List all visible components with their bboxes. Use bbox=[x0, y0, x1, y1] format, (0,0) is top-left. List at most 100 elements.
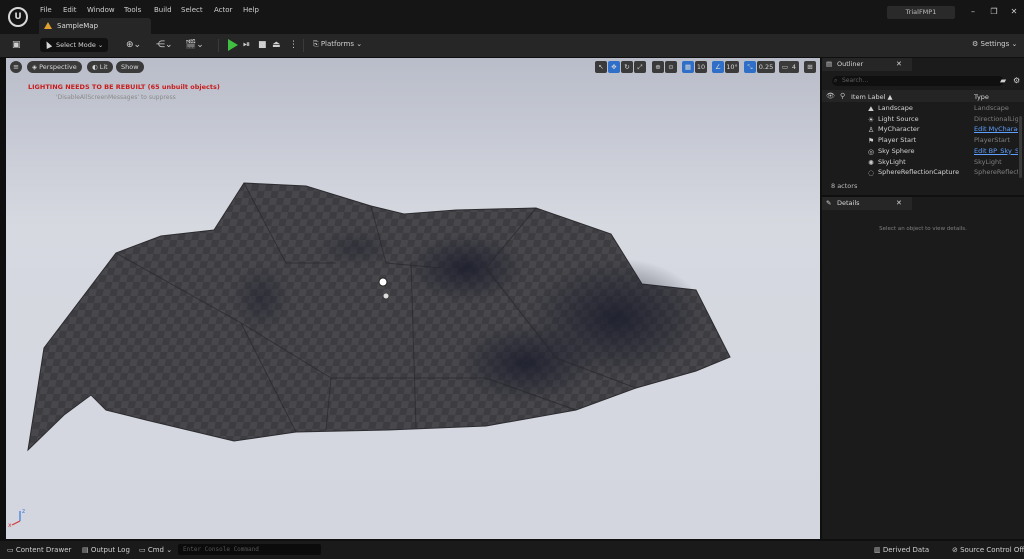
filter-settings-icon[interactable]: ⚙ bbox=[1013, 76, 1020, 85]
level-viewport[interactable]: z x ≡ ◈ Perspective ◐ Lit Show LIGHTING … bbox=[6, 58, 820, 539]
edit-blueprint-link[interactable]: Edit MyCharac bbox=[974, 125, 1018, 133]
content-drawer-button[interactable]: ▭ Content Drawer bbox=[7, 546, 71, 554]
save-icon[interactable]: ▣ bbox=[12, 40, 21, 50]
outliner-tab-icon: ▤ bbox=[826, 60, 833, 68]
translate-tool-icon[interactable]: ✥ bbox=[608, 61, 620, 73]
toolbar-divider bbox=[303, 39, 304, 52]
menu-tools[interactable]: Tools bbox=[124, 6, 141, 14]
outliner-row[interactable]: ◎ Sky Sphere Edit BP_Sky_S bbox=[822, 147, 1018, 158]
cinematics-icon[interactable]: 🎬⌄ bbox=[185, 40, 204, 50]
type-column[interactable]: Type bbox=[974, 93, 989, 101]
sky-sphere-icon: ◎ bbox=[867, 147, 875, 156]
outliner-row[interactable]: ♙ MyCharacter Edit MyCharac bbox=[822, 125, 1018, 136]
outliner-row[interactable]: ✺ SkyLight SkyLight bbox=[822, 158, 1018, 169]
more-options-icon[interactable]: ⋮ bbox=[289, 40, 298, 50]
outliner-row[interactable]: ◌ SphereReflectionCapture SphereReflecti bbox=[822, 168, 1018, 179]
surface-snap-icon[interactable]: ⊙ bbox=[665, 61, 677, 73]
select-mode-dropdown[interactable]: Select Mode ⌄ bbox=[40, 38, 108, 52]
settings-button[interactable]: ⚙ Settings ⌄ bbox=[972, 40, 1017, 48]
restore-icon[interactable]: ❐ bbox=[988, 7, 1000, 17]
lit-button[interactable]: ◐ Lit bbox=[87, 61, 113, 73]
blueprint-icon[interactable]: ⋲⌄ bbox=[156, 40, 173, 50]
row-label: SphereReflectionCapture bbox=[878, 168, 960, 177]
grid-snap-icon[interactable]: ▦ bbox=[682, 61, 694, 73]
rotate-tool-icon[interactable]: ↻ bbox=[621, 61, 633, 73]
row-label: Sky Sphere bbox=[878, 146, 915, 155]
viewport-scene[interactable]: z x bbox=[6, 58, 820, 539]
advance-frame-icon[interactable]: ⏯ bbox=[243, 40, 250, 50]
grid-snap-value[interactable]: 10 bbox=[695, 61, 707, 73]
camera-speed-value[interactable]: 4 bbox=[789, 61, 799, 73]
perspective-button[interactable]: ◈ Perspective bbox=[27, 61, 82, 73]
visibility-column-icon[interactable]: 👁 bbox=[826, 92, 835, 100]
derived-data-button[interactable]: ▥ Derived Data bbox=[874, 546, 929, 554]
row-label: MyCharacter bbox=[878, 125, 920, 134]
status-bar: ▭ Content Drawer ▤ Output Log ▭ Cmd ⌄ En… bbox=[0, 541, 1024, 559]
rotation-snap-value[interactable]: 10° bbox=[725, 61, 739, 73]
lighting-warning: LIGHTING NEEDS TO BE REBUILT (65 unbuilt… bbox=[28, 83, 220, 91]
menu-help[interactable]: Help bbox=[243, 6, 259, 14]
details-close-icon[interactable]: ✕ bbox=[896, 199, 902, 207]
cmd-label: Cmd bbox=[147, 546, 164, 554]
show-button[interactable]: Show bbox=[116, 61, 144, 73]
outliner-row[interactable]: ☀ Light Source DirectionalLigh bbox=[822, 115, 1018, 126]
search-placeholder: Search... bbox=[842, 77, 869, 84]
menu-actor[interactable]: Actor bbox=[214, 6, 232, 14]
console-placeholder: Enter Console Command bbox=[183, 546, 259, 553]
minimize-icon[interactable]: – bbox=[967, 7, 979, 17]
add-folder-icon[interactable]: ▰ bbox=[1000, 76, 1006, 85]
landscape-icon: ⛰ bbox=[868, 105, 874, 113]
svg-text:z: z bbox=[22, 508, 25, 515]
output-log-label: Output Log bbox=[90, 546, 130, 554]
source-control-label: Source Control Off bbox=[960, 546, 1024, 554]
add-actor-icon[interactable]: ⊕⌄ bbox=[126, 40, 141, 50]
outliner-close-icon[interactable]: ✕ bbox=[896, 60, 902, 68]
output-log-button[interactable]: ▤ Output Log bbox=[82, 546, 130, 554]
project-name: TrialFMP1 bbox=[887, 6, 955, 19]
outliner-row[interactable]: ⛰ Landscape Landscape bbox=[822, 104, 1018, 115]
row-type: PlayerStart bbox=[974, 136, 1011, 145]
level-tab[interactable]: SampleMap bbox=[39, 18, 151, 34]
details-empty-message: Select an object to view details. bbox=[879, 226, 967, 232]
menu-window[interactable]: Window bbox=[87, 6, 115, 14]
play-icon[interactable] bbox=[228, 39, 238, 51]
scale-snap-icon[interactable]: ⤡ bbox=[744, 61, 756, 73]
row-label: Player Start bbox=[878, 136, 917, 145]
cursor-icon bbox=[43, 40, 53, 49]
maximize-viewport-icon[interactable]: ⊞ bbox=[804, 61, 816, 73]
eject-icon[interactable]: ⏏ bbox=[272, 40, 281, 50]
world-local-icon[interactable]: ⊕ bbox=[652, 61, 664, 73]
character-icon: ♙ bbox=[867, 126, 875, 135]
console-command-input[interactable]: Enter Console Command bbox=[178, 544, 321, 555]
select-tool-icon[interactable]: ↖ bbox=[595, 61, 607, 73]
main-toolbar: ▣ Select Mode ⌄ ⊕⌄ ⋲⌄ 🎬⌄ ⏯ ■ ⏏ ⋮ ⎘ Platf… bbox=[0, 34, 1024, 57]
pin-column-icon[interactable]: ⚲ bbox=[840, 92, 845, 100]
outliner-search-input[interactable]: ⌕ Search... bbox=[832, 76, 1004, 86]
cmd-dropdown[interactable]: ▭ Cmd ⌄ bbox=[139, 546, 172, 554]
directional-light-icon: ☀ bbox=[867, 115, 875, 124]
item-label-column[interactable]: Item Label ▲ bbox=[851, 93, 892, 101]
outliner-scrollbar[interactable] bbox=[1019, 116, 1022, 178]
show-label: Show bbox=[121, 63, 139, 71]
outliner-column-header: 👁 ⚲ Item Label ▲ Type bbox=[822, 90, 1024, 102]
menu-edit[interactable]: Edit bbox=[63, 6, 77, 14]
scale-tool-icon[interactable]: ⤢ bbox=[634, 61, 646, 73]
player-start-icon: ⚑ bbox=[867, 137, 875, 146]
scale-snap-value[interactable]: 0.25 bbox=[757, 61, 775, 73]
unreal-logo-icon[interactable]: U bbox=[8, 7, 28, 27]
details-panel: ✎ Details ✕ Select an object to view det… bbox=[822, 197, 1024, 539]
suppress-message: 'DisableAllScreenMessages' to suppress bbox=[56, 94, 176, 101]
menu-file[interactable]: File bbox=[40, 6, 52, 14]
outliner-row[interactable]: ⚑ Player Start PlayerStart bbox=[822, 136, 1018, 147]
menu-select[interactable]: Select bbox=[181, 6, 203, 14]
close-icon[interactable]: ✕ bbox=[1008, 7, 1020, 17]
viewport-menu-icon[interactable]: ≡ bbox=[10, 61, 22, 73]
edit-blueprint-link[interactable]: Edit BP_Sky_S bbox=[974, 147, 1018, 155]
source-control-button[interactable]: ⊘ Source Control Off bbox=[952, 546, 1024, 554]
rotation-snap-icon[interactable]: ∠ bbox=[712, 61, 724, 73]
menu-build[interactable]: Build bbox=[154, 6, 172, 14]
platforms-button[interactable]: ⎘ Platforms ⌄ bbox=[313, 40, 362, 49]
skylight-icon: ✺ bbox=[868, 158, 874, 167]
level-icon bbox=[44, 22, 52, 29]
stop-icon[interactable]: ■ bbox=[258, 40, 267, 50]
